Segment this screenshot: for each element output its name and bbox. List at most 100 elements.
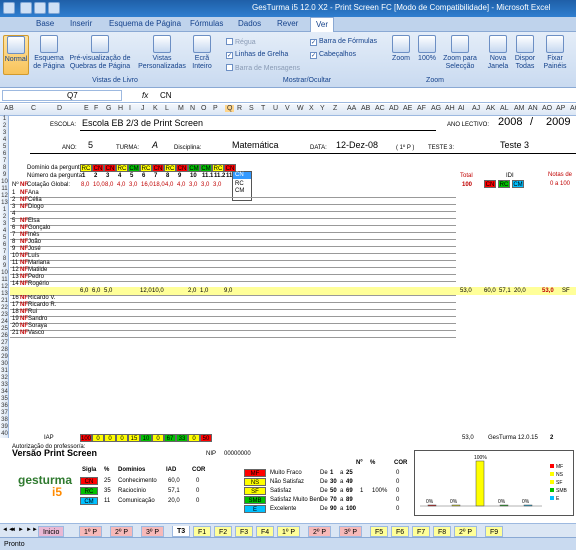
row-header[interactable]: 35 [0,396,9,402]
column-header-q[interactable]: Q [225,105,235,112]
dominio-cell[interactable]: CN [152,164,164,172]
column-header-al[interactable]: AL [500,105,509,112]
freeze-panes-button[interactable]: Fixar Painéis [540,35,570,75]
row-header[interactable]: 12 [0,284,9,290]
row-header[interactable]: 24 [0,319,9,325]
undo-icon[interactable] [34,2,46,14]
sheet-nav-arrow[interactable]: ► [18,527,24,534]
row-header[interactable]: 33 [0,382,9,388]
sheet-tab[interactable]: F7 [412,526,431,537]
sheet-tab[interactable]: 1º P [277,526,301,537]
row-header[interactable]: 39 [0,424,9,430]
teste-value[interactable]: Teste 3 [500,141,529,150]
sheet-tab[interactable]: Inicio [38,526,65,537]
column-header-l[interactable]: L [165,105,169,112]
column-header-e[interactable]: E [84,105,89,112]
row-header[interactable]: 9 [0,263,9,269]
tab-formulas[interactable]: Fórmulas [190,19,223,28]
row-header[interactable]: 6 [0,151,9,157]
dominio-cell[interactable]: CM [188,164,200,172]
data-value[interactable]: 12-Dez-08 [336,141,378,150]
column-header-g[interactable]: G [106,105,111,112]
dominio-cell[interactable]: CN [176,164,188,172]
tab-base[interactable]: Base [36,19,54,28]
column-header-p[interactable]: P [213,105,218,112]
student-name[interactable]: Mariana [28,260,50,267]
column-header-ab[interactable]: AB [361,105,370,112]
ano2-value[interactable]: 2009 [546,117,570,128]
column-header-u[interactable]: U [273,105,278,112]
column-header-am[interactable]: AM [514,105,525,112]
row-header[interactable]: 4 [0,137,9,143]
column-header-c[interactable]: C [31,105,36,112]
student-name[interactable]: João [28,239,41,246]
sheet-tab[interactable]: F8 [433,526,452,537]
sheet-nav-arrow[interactable]: ◄ [10,527,16,534]
formula-input[interactable]: CN [160,92,172,100]
row-header[interactable]: 8 [0,165,9,171]
row-header[interactable]: 5 [0,235,9,241]
sheet-tab[interactable]: F3 [235,526,254,537]
row-header[interactable]: 2 [0,214,9,220]
new-window-button[interactable]: Nova Janela [486,35,510,75]
row-header[interactable]: 6 [0,242,9,248]
student-name[interactable]: José [28,246,41,253]
page-break-preview-button[interactable]: Pré-visualização de Quebras de Página [68,35,132,75]
student-name[interactable]: Matilde [28,267,47,274]
row-header[interactable]: 30 [0,361,9,367]
row-header[interactable]: 22 [0,305,9,311]
save-icon[interactable] [20,2,32,14]
column-header-k[interactable]: K [153,105,158,112]
dominio-cell[interactable]: RC [212,164,224,172]
sheet-tab[interactable]: F4 [256,526,275,537]
tab-ver[interactable]: Ver [310,17,335,32]
row-header[interactable]: 21 [0,298,9,304]
row-header[interactable]: 40 [0,431,9,437]
row-header[interactable]: 38 [0,417,9,423]
sheet-tab[interactable]: F6 [391,526,410,537]
tab-inserir[interactable]: Inserir [70,19,92,28]
dominio-cell[interactable]: RC [80,164,92,172]
column-header-ad[interactable]: AD [389,105,399,112]
student-name[interactable]: Luís [28,253,39,260]
column-header-aa[interactable]: AA [347,105,356,112]
row-header[interactable]: 26 [0,333,9,339]
headings-checkbox[interactable]: ✓ Cabeçalhos [310,51,356,59]
sheet-tab[interactable]: F5 [370,526,389,537]
sheet-nav-arrow[interactable]: ►► [26,527,38,534]
row-header[interactable]: 9 [0,172,9,178]
full-screen-button[interactable]: Ecrã Inteiro [189,35,215,75]
row-header[interactable]: 13 [0,200,9,206]
zoom-100-button[interactable]: 100% [416,35,438,75]
row-header[interactable]: 11 [0,186,9,192]
sheet-tab[interactable]: F2 [214,526,233,537]
student-name[interactable]: Rui [28,309,37,316]
name-box[interactable]: Q7 [2,90,122,101]
tab-dados[interactable]: Dados [238,19,261,28]
zoom-button[interactable]: Zoom [390,35,412,75]
row-header[interactable]: 37 [0,410,9,416]
student-name[interactable]: Vasco [28,330,44,337]
student-name[interactable]: Ricardo R. [28,302,56,309]
student-name[interactable]: Gonçalo [28,225,50,232]
column-header-y[interactable]: Y [320,105,325,112]
row-header[interactable]: 29 [0,354,9,360]
row-header[interactable]: 4 [0,228,9,234]
sheet-tab[interactable]: 2º P [110,526,134,537]
disciplina-value[interactable]: Matemática [232,141,279,150]
row-header[interactable]: 36 [0,403,9,409]
tab-esquema[interactable]: Esquema de Página [109,19,181,28]
column-header-o[interactable]: O [201,105,206,112]
student-name[interactable]: Sandro [28,316,47,323]
message-bar-checkbox[interactable]: Barra de Mensagens [226,64,300,72]
sheet-tab[interactable]: F9 [485,526,504,537]
row-header[interactable]: 8 [0,256,9,262]
row-header[interactable]: 10 [0,179,9,185]
column-header-s[interactable]: S [249,105,254,112]
row-header[interactable]: 3 [0,221,9,227]
row-header[interactable]: 2 [0,123,9,129]
row-header[interactable]: 23 [0,312,9,318]
student-name[interactable]: Célia [28,197,42,204]
row-header[interactable]: 7 [0,158,9,164]
ano1-value[interactable]: 2008 [498,117,522,128]
